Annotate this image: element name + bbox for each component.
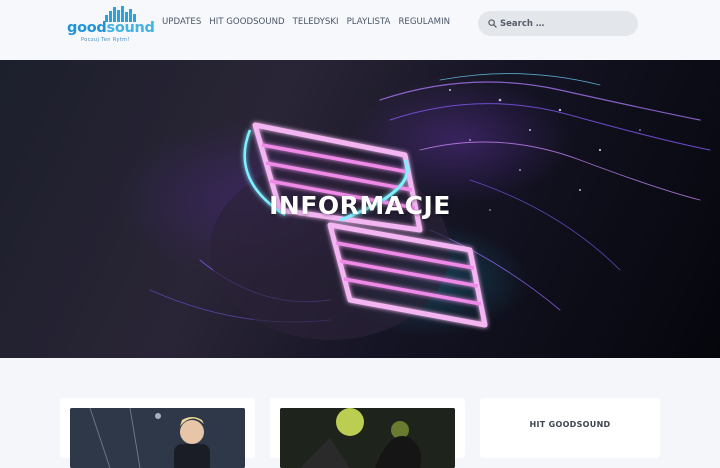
post-card[interactable]	[60, 398, 255, 468]
nav-item-regulamin[interactable]: REGULAMIN	[398, 16, 450, 28]
nav-item-updates[interactable]: UPDATES	[162, 16, 201, 28]
logo-word-sound: sound	[106, 20, 155, 36]
widget-title: HIT GOODSOUND	[529, 420, 611, 429]
post-thumbnail[interactable]	[280, 408, 455, 468]
post-card[interactable]	[270, 398, 465, 468]
site-logo[interactable]: goodsound Poczuj Ten Rytm!	[67, 6, 155, 43]
search-icon[interactable]	[488, 19, 497, 28]
logo-word-good: good	[67, 20, 107, 36]
search-box	[478, 11, 638, 36]
post-thumbnail[interactable]	[70, 408, 245, 468]
logo-wordmark: goodsound	[67, 20, 155, 36]
nav-item-hit-goodsound[interactable]: HIT GOODSOUND	[209, 16, 284, 28]
stage-lights-image	[280, 408, 455, 468]
logo-tagline: Poczuj Ten Rytm!	[81, 37, 130, 43]
concert-photo-image	[70, 408, 245, 468]
search-input[interactable]	[500, 15, 630, 32]
site-header: goodsound Poczuj Ten Rytm! UPDATES HIT G…	[0, 0, 720, 60]
sidebar-widget: HIT GOODSOUND	[480, 398, 660, 458]
hero-banner: INFORMACJE	[0, 60, 720, 358]
main-nav: UPDATES HIT GOODSOUND TELEDYSKI PLAYLIST…	[162, 16, 450, 28]
page-title: INFORMACJE	[269, 191, 451, 220]
nav-item-teledyski[interactable]: TELEDYSKI	[293, 16, 339, 28]
nav-item-playlista[interactable]: PLAYLISTA	[347, 16, 391, 28]
